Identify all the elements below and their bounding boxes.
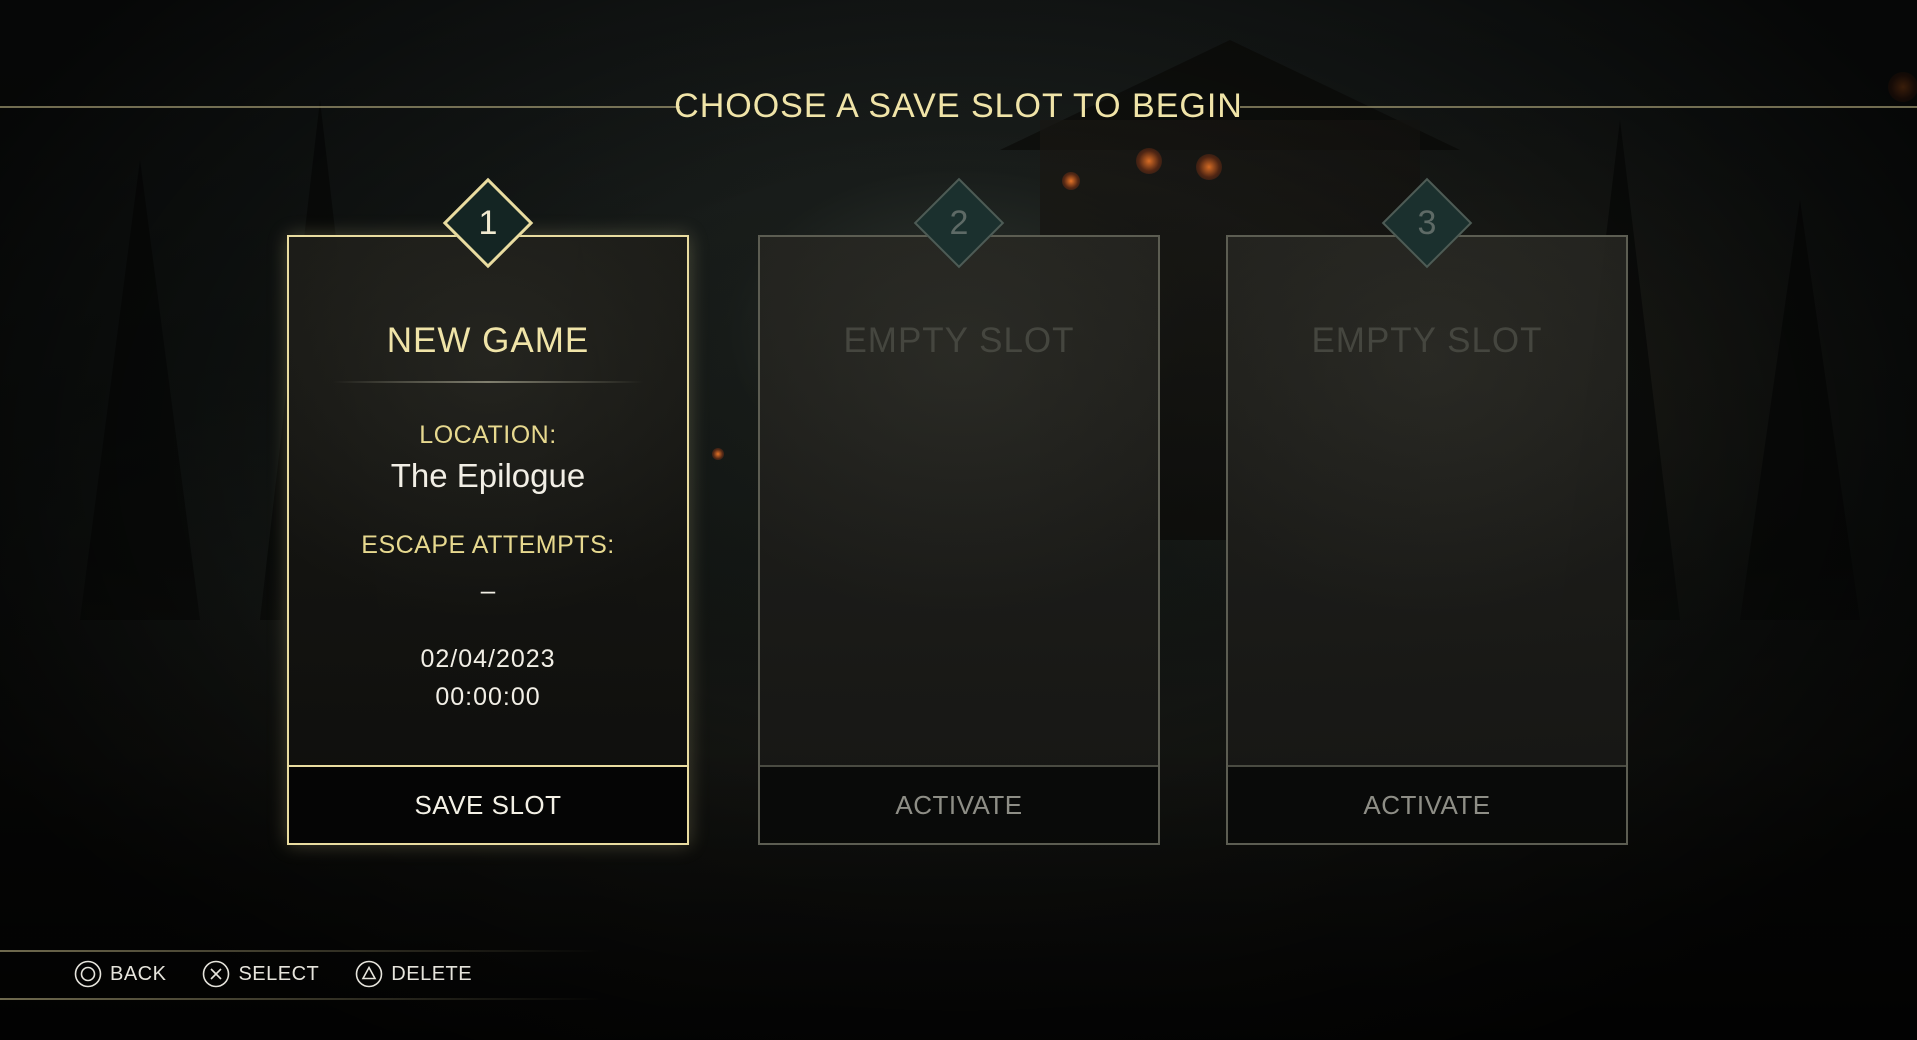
play-time: 00:00:00 — [435, 683, 541, 711]
heading-divider — [333, 381, 643, 383]
save-slot-1[interactable]: 1 NEW GAME LOCATION: The Epilogue ESCAPE… — [287, 177, 689, 845]
save-slot-button[interactable]: SAVE SLOT — [289, 765, 687, 843]
escape-attempts-value: – — [480, 575, 496, 605]
circle-button-icon — [74, 960, 102, 988]
triangle-button-icon — [355, 960, 383, 988]
escape-attempts-label: ESCAPE ATTEMPTS: — [361, 531, 615, 559]
save-date: 02/04/2023 — [420, 645, 556, 673]
slot-heading: NEW GAME — [386, 321, 590, 360]
back-prompt[interactable]: BACK — [74, 960, 166, 988]
slot-heading: EMPTY SLOT — [843, 321, 1075, 360]
select-label: SELECT — [238, 962, 320, 985]
back-label: BACK — [110, 962, 167, 985]
save-slot-3[interactable]: 3 EMPTY SLOT ACTIVATE — [1226, 177, 1628, 845]
save-slot-2[interactable]: 2 EMPTY SLOT ACTIVATE — [758, 177, 1160, 845]
button-prompts: BACK SELECT DELETE — [74, 960, 508, 988]
controls-divider-top — [0, 950, 600, 952]
delete-prompt[interactable]: DELETE — [355, 960, 472, 988]
slot-number: 2 — [949, 204, 969, 242]
slot-heading: EMPTY SLOT — [1311, 321, 1543, 360]
cross-button-icon — [202, 960, 230, 988]
delete-label: DELETE — [391, 962, 473, 985]
page-title: CHOOSE A SAVE SLOT TO BEGIN — [674, 87, 1243, 125]
activate-button[interactable]: ACTIVATE — [760, 765, 1158, 843]
controls-divider-bottom — [0, 998, 600, 1000]
location-value: The Epilogue — [390, 457, 586, 494]
save-slot-screen: CHOOSE A SAVE SLOT TO BEGIN 1 NEW GAME L… — [0, 0, 1917, 1040]
activate-button[interactable]: ACTIVATE — [1228, 765, 1626, 843]
slot-number: 3 — [1417, 204, 1437, 242]
slot-number: 1 — [478, 204, 498, 242]
select-prompt[interactable]: SELECT — [202, 960, 319, 988]
location-label: LOCATION: — [419, 421, 557, 449]
